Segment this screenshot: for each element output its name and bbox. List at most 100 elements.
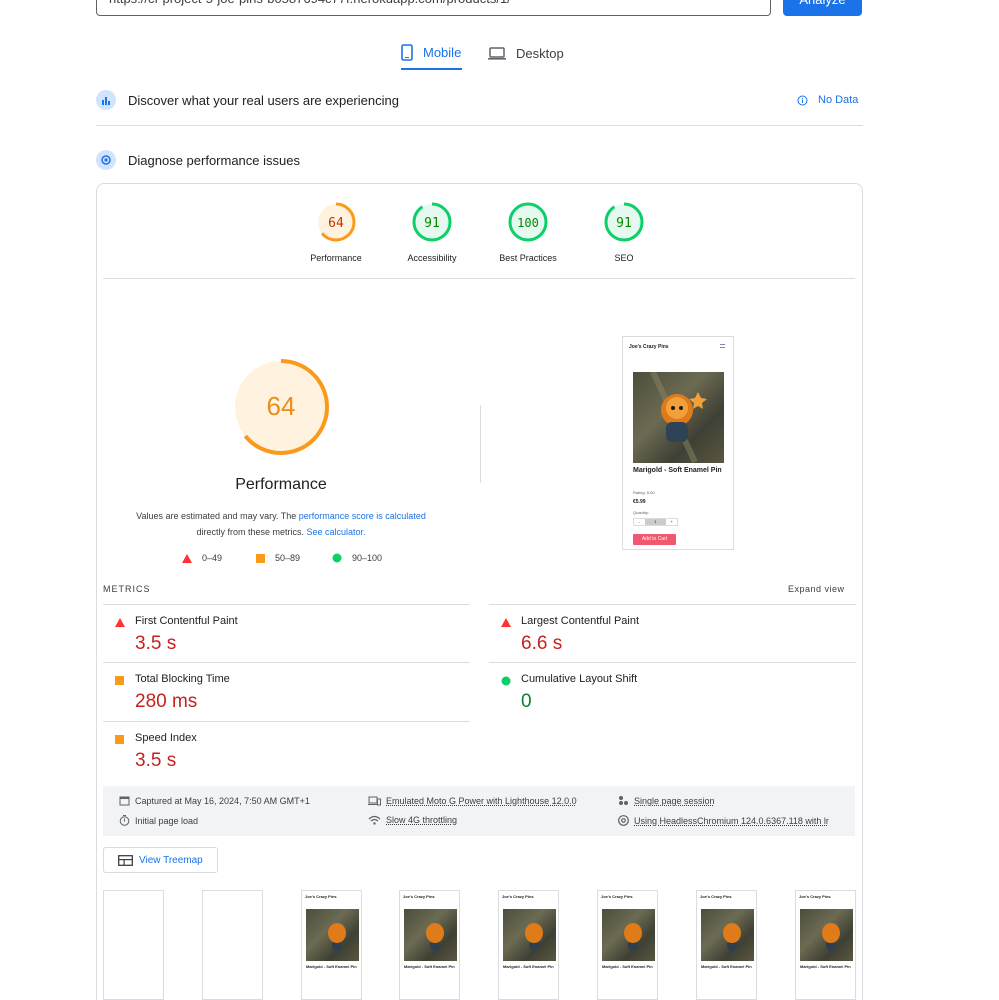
qty-value[interactable]: 1 [644, 519, 667, 525]
gauge-ring: 91 [412, 202, 452, 242]
runtime-info [103, 786, 855, 836]
gauge-score: 91 [424, 216, 440, 231]
metric-value: 6.6 s [521, 633, 563, 654]
metric-value: 280 ms [135, 691, 198, 712]
gauge-seo[interactable]: 91 SEO [579, 202, 669, 263]
legend-pass: 90–100 [332, 553, 382, 563]
note-prefix: Values are estimated and may vary. The [136, 511, 299, 521]
info-browser[interactable]: Using HeadlessChromium 124.0.6367.118 wi… [618, 815, 829, 826]
filmstrip-frame: Joe's Crazy Pins Marigold - Soft Enamel … [597, 890, 658, 1000]
performance-note: Values are estimated and may vary. The p… [110, 508, 452, 540]
lab-data-title: Diagnose performance issues [128, 152, 300, 168]
wifi-icon [368, 815, 381, 825]
gauge-accessibility[interactable]: 91 Accessibility [387, 202, 477, 263]
performance-title: Performance [235, 476, 327, 493]
smartphone-icon [401, 43, 413, 61]
quantity-stepper[interactable]: - 1 + [633, 518, 678, 526]
thumb-site-name: Joe's Crazy Pins [305, 894, 337, 899]
thumb-product-title: Marigold - Soft Enamel Pin [800, 964, 851, 969]
info-browser-text: Using HeadlessChromium 124.0.6367.118 wi… [634, 815, 829, 826]
triangle-icon [115, 618, 125, 627]
tab-mobile[interactable]: Mobile [401, 36, 462, 70]
product-image [633, 372, 724, 463]
url-input[interactable]: https://cf-project-5-joe-pins-b0587694c7… [96, 0, 771, 16]
score-calculated-link[interactable]: performance score is calculated [299, 511, 426, 521]
metric-label: Largest Contentful Paint [521, 615, 640, 627]
gauge-score: 64 [328, 216, 344, 231]
info-session[interactable]: Single page session [618, 795, 715, 806]
thumb-product-image [701, 909, 754, 961]
devices-icon [368, 796, 381, 806]
filmstrip-frame: Joe's Crazy Pins Marigold - Soft Enamel … [795, 890, 856, 1000]
filmstrip-frame: Joe's Crazy Pins Marigold - Soft Enamel … [696, 890, 757, 1000]
see-calculator-link[interactable]: See calculator. [306, 527, 365, 537]
chrome-icon [618, 815, 629, 826]
gauge-ring: 100 [508, 202, 548, 242]
gauge-performance[interactable]: 64 Performance [291, 202, 381, 263]
session-icon [619, 796, 628, 805]
metric-label: Total Blocking Time [135, 673, 230, 685]
info-captured: Captured at May 16, 2024, 7:50 AM GMT+1 [119, 795, 310, 806]
filmstrip-frame: Joe's Crazy Pins Marigold - Soft Enamel … [301, 890, 362, 1000]
gauge-best-practices[interactable]: 100 Best Practices [483, 202, 573, 263]
legend-average-range: 50–89 [275, 553, 301, 563]
thumb-site-name: Joe's Crazy Pins [403, 894, 435, 899]
metric-lcp: Largest Contentful Paint 6.6 s [489, 604, 856, 662]
stopwatch-icon [119, 815, 130, 826]
no-data-status[interactable]: No Data [797, 94, 858, 106]
final-screenshot[interactable]: Joe's Crazy Pins Marigold - Soft Enamel … [622, 336, 734, 550]
info-session-text: Single page session [634, 795, 715, 806]
view-treemap-button[interactable]: View Treemap [103, 847, 218, 873]
filmstrip-frame: Joe's Crazy Pins Marigold - Soft Enamel … [498, 890, 559, 1000]
gauge-score: 100 [517, 216, 539, 230]
thumb-product-title: Marigold - Soft Enamel Pin [503, 964, 554, 969]
info-throttling[interactable]: Slow 4G throttling [368, 815, 457, 825]
section-divider [96, 125, 863, 126]
triangle-icon [182, 553, 192, 563]
qty-minus[interactable]: - [634, 519, 645, 525]
tab-desktop[interactable]: Desktop [488, 36, 564, 70]
site-name: Joe's Crazy Pins [629, 344, 669, 350]
metric-value: 0 [521, 691, 532, 712]
thumb-site-name: Joe's Crazy Pins [700, 894, 732, 899]
metric-value: 3.5 s [135, 633, 177, 654]
gauge-ring: 64 [316, 202, 356, 242]
product-price: €5.99 [633, 499, 646, 505]
gauge-label: Best Practices [499, 253, 557, 263]
analyze-button[interactable]: Analyze [783, 0, 862, 16]
square-icon [256, 553, 265, 563]
qty-plus[interactable]: + [666, 519, 677, 525]
circle-icon [501, 676, 511, 686]
add-to-cart-button[interactable]: Add to Cart [633, 534, 676, 545]
square-icon [115, 676, 124, 685]
legend-average: 50–89 [256, 553, 300, 563]
thumb-site-name: Joe's Crazy Pins [502, 894, 534, 899]
no-data-label: No Data [818, 94, 859, 106]
metric-value: 3.5 s [135, 750, 177, 771]
square-icon [115, 735, 124, 744]
note-middle: directly from these metrics. [196, 527, 307, 537]
thumb-product-title: Marigold - Soft Enamel Pin [602, 964, 653, 969]
pin-image-icon [650, 372, 707, 463]
circle-icon [332, 553, 342, 563]
product-title: Marigold - Soft Enamel Pin [633, 467, 722, 474]
filmstrip-frame-blank [103, 890, 164, 1000]
product-rating: Rating: 5.00 [633, 490, 655, 495]
metric-si: Speed Index 3.5 s [103, 721, 470, 779]
info-device-text: Emulated Moto G Power with Lighthouse 12… [386, 795, 577, 806]
metrics-heading: METRICS [103, 584, 151, 594]
quantity-label: Quantity: [633, 510, 650, 515]
thumb-site-name: Joe's Crazy Pins [601, 894, 633, 899]
calendar-icon [119, 796, 130, 806]
expand-view-toggle[interactable]: Expand view [788, 584, 845, 594]
info-throttling-text: Slow 4G throttling [386, 815, 458, 825]
hamburger-icon [720, 344, 725, 348]
metric-fcp: First Contentful Paint 3.5 s [103, 604, 470, 662]
info-device[interactable]: Emulated Moto G Power with Lighthouse 12… [368, 795, 577, 806]
legend-pass-range: 90–100 [352, 553, 383, 563]
gauge-label: SEO [614, 253, 634, 263]
info-icon [797, 95, 808, 105]
thumb-product-title: Marigold - Soft Enamel Pin [306, 964, 357, 969]
field-data-header: Discover what your real users are experi… [96, 90, 399, 110]
gauge-ring: 91 [604, 202, 644, 242]
